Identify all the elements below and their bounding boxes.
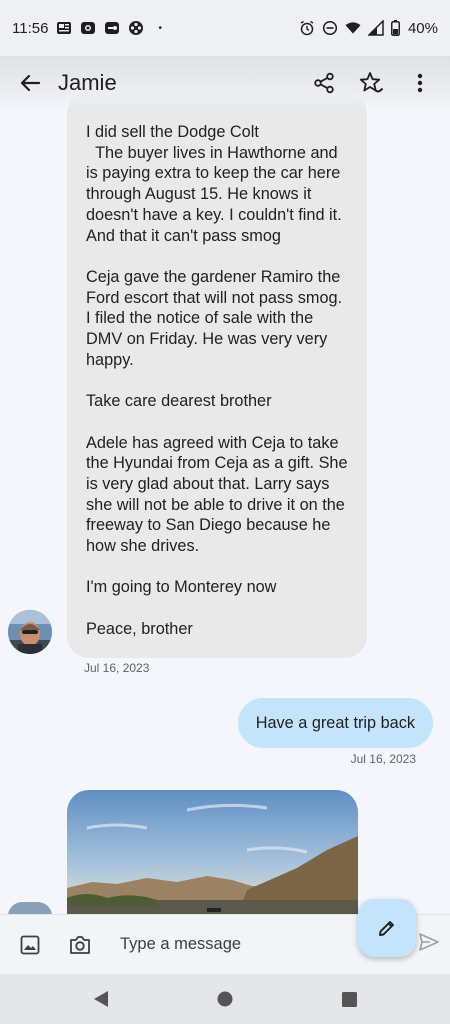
- camera-button[interactable]: [60, 925, 100, 965]
- alarm-icon: [299, 20, 315, 36]
- compose-fab[interactable]: [358, 899, 416, 957]
- more-vert-icon: [417, 73, 423, 93]
- gallery-button[interactable]: [10, 925, 50, 965]
- nav-home-icon: [217, 991, 233, 1007]
- nav-home-button[interactable]: [214, 988, 236, 1010]
- message-timestamp: Jul 16, 2023: [84, 661, 150, 675]
- star-icon: [359, 72, 384, 93]
- send-icon: [419, 933, 439, 951]
- battery-percent: 40%: [407, 19, 438, 37]
- image-icon: [20, 935, 40, 954]
- avatar[interactable]: [8, 610, 52, 654]
- message-input[interactable]: [120, 935, 340, 954]
- tasks-icon: [104, 20, 120, 36]
- status-dot: •: [158, 22, 162, 34]
- status-right: 40%: [299, 20, 438, 37]
- status-left: 11:56 •: [12, 20, 162, 37]
- camera-icon: [70, 935, 90, 954]
- news-icon: [56, 20, 72, 36]
- arrow-back-icon: [20, 74, 41, 92]
- do-not-disturb-icon: [322, 20, 338, 36]
- conversation-header: Jamie: [0, 56, 450, 110]
- battery-icon: [391, 20, 401, 36]
- received-message-bubble[interactable]: I did sell the Dodge Colt The buyer live…: [67, 92, 367, 658]
- app-notification-icon: [80, 20, 96, 36]
- share-icon: [314, 72, 334, 94]
- sent-message-bubble[interactable]: Have a great trip back: [237, 698, 433, 748]
- status-time: 11:56: [12, 19, 49, 37]
- more-options-button[interactable]: [398, 61, 442, 105]
- signal-icon: [367, 20, 384, 36]
- nav-back-button[interactable]: [90, 988, 112, 1010]
- system-nav-bar: [0, 974, 450, 1024]
- wifi-icon: [345, 20, 361, 36]
- nav-recents-button[interactable]: [338, 988, 360, 1010]
- nav-back-icon: [94, 991, 108, 1007]
- pencil-icon: [379, 921, 394, 936]
- sent-message-timestamp: Jul 16, 2023: [350, 752, 416, 766]
- share-button[interactable]: [302, 61, 346, 105]
- film-reel-icon: [128, 20, 144, 36]
- back-button[interactable]: [8, 61, 52, 105]
- status-bar: 11:56 • 40%: [0, 0, 450, 56]
- image-message[interactable]: [67, 790, 358, 915]
- header-actions: [302, 61, 442, 105]
- landscape-photo: [67, 790, 358, 915]
- star-button[interactable]: [350, 61, 394, 105]
- nav-recents-icon: [341, 991, 357, 1007]
- send-button[interactable]: [418, 931, 440, 958]
- contact-name[interactable]: Jamie: [58, 70, 117, 96]
